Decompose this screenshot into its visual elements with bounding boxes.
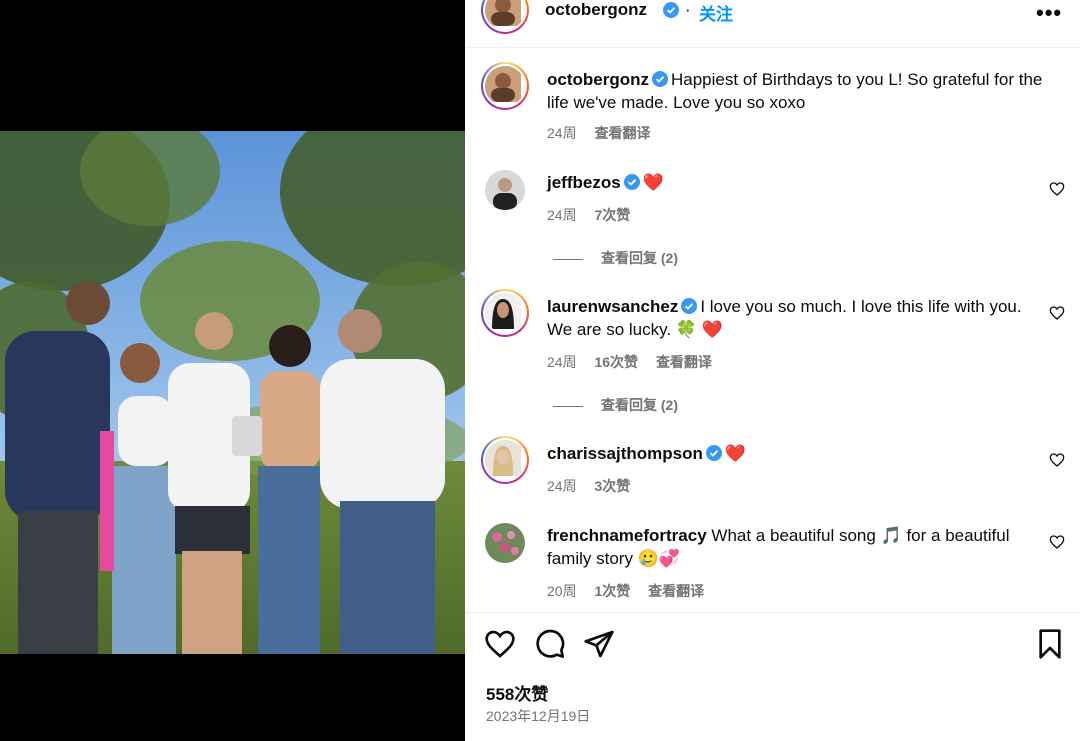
comment-username[interactable]: frenchnamefortracy (547, 526, 707, 545)
post-date: 2023年12月19日 (486, 708, 591, 724)
post-photo[interactable] (0, 131, 465, 654)
comment-time[interactable]: 24周 (547, 354, 577, 370)
caption-meta: 24周 查看翻译 (547, 123, 664, 143)
comment-username[interactable]: jeffbezos (547, 173, 621, 192)
verified-badge-icon (663, 2, 679, 18)
comment-avatar[interactable] (481, 289, 529, 337)
view-replies-button[interactable]: 查看回复 (2) (553, 248, 678, 268)
comment-meta: 24周 7次赞 (547, 205, 644, 225)
comment-bubble-icon[interactable] (534, 628, 566, 660)
caption: octobergonz Happiest of Birthdays to you … (547, 68, 1047, 114)
separator-dot: · (685, 0, 691, 19)
comment-translate-button[interactable]: 查看翻译 (648, 583, 704, 599)
follow-button[interactable]: 关注 (699, 0, 733, 25)
comment-likes[interactable]: 16次赞 (594, 354, 638, 370)
verified-badge-icon (705, 445, 722, 461)
caption-translate-button[interactable]: 查看翻译 (594, 125, 650, 141)
like-comment-heart-icon[interactable] (1049, 534, 1065, 550)
comment: jeffbezos ❤️ (547, 171, 1047, 194)
caption-avatar[interactable] (481, 62, 529, 110)
verified-badge-icon (652, 71, 668, 87)
view-replies-button[interactable]: 查看回复 (2) (553, 395, 678, 415)
comment: charissajthompson ❤️ (547, 442, 1047, 465)
verified-badge-icon (681, 298, 698, 314)
more-options-icon[interactable]: ••• (1036, 0, 1062, 26)
like-comment-heart-icon[interactable] (1049, 452, 1065, 468)
like-comment-heart-icon[interactable] (1049, 305, 1065, 321)
comment-meta: 20周 1次赞 查看翻译 (547, 581, 718, 601)
author-avatar[interactable] (481, 0, 529, 34)
comment-meta: 24周 3次赞 (547, 476, 644, 496)
view-replies-label[interactable]: 查看回复 (2) (601, 250, 678, 266)
comment-avatar[interactable] (485, 170, 525, 210)
replies-line (553, 258, 583, 260)
comment-time[interactable]: 24周 (547, 207, 577, 223)
like-heart-icon[interactable] (484, 628, 516, 660)
share-paper-plane-icon[interactable] (583, 628, 615, 660)
replies-line (553, 405, 583, 407)
comment-username[interactable]: laurenwsanchez (547, 297, 678, 316)
post-panel: octobergonz · 关注 ••• octobergonz Happiest… (465, 0, 1080, 741)
comment-likes[interactable]: 7次赞 (594, 207, 630, 223)
view-replies-label[interactable]: 查看回复 (2) (601, 397, 678, 413)
verified-badge-icon (623, 174, 640, 190)
comment-likes[interactable]: 1次赞 (594, 583, 630, 599)
caption-username[interactable]: octobergonz (547, 70, 649, 89)
comment-time[interactable]: 20周 (547, 583, 577, 599)
bookmark-icon[interactable] (1034, 628, 1066, 660)
comment-likes[interactable]: 3次赞 (594, 478, 630, 494)
comment: frenchnamefortracy What a beautiful song… (547, 524, 1047, 570)
like-comment-heart-icon[interactable] (1049, 181, 1065, 197)
actions-divider (465, 612, 1080, 613)
comment-translate-button[interactable]: 查看翻译 (656, 354, 712, 370)
comment-meta: 24周 16次赞 查看翻译 (547, 352, 726, 372)
post-media (0, 0, 465, 741)
comment-text: ❤️ (724, 444, 747, 463)
comment-avatar[interactable] (485, 523, 525, 563)
likes-count[interactable]: 558次赞 (486, 680, 548, 705)
comment-time[interactable]: 24周 (547, 478, 577, 494)
caption-time[interactable]: 24周 (547, 125, 577, 141)
comment: laurenwsanchez I love you so much. I love… (547, 295, 1047, 341)
comment-username[interactable]: charissajthompson (547, 444, 703, 463)
comment-text: ❤️ (642, 173, 664, 192)
author-username[interactable]: octobergonz (545, 0, 647, 20)
post-header: octobergonz · 关注 ••• (465, 0, 1080, 48)
comment-avatar[interactable] (481, 436, 529, 484)
